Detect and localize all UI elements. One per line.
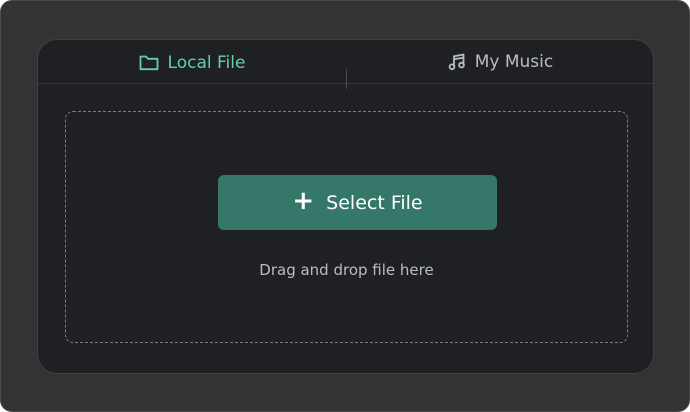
- app-window: Local File My Music + Select File Drag a…: [0, 0, 690, 412]
- drop-hint-text: Drag and drop file here: [259, 261, 434, 279]
- folder-icon: [139, 54, 159, 71]
- tab-local-file[interactable]: Local File: [38, 40, 346, 84]
- select-file-label: Select File: [326, 191, 423, 214]
- tab-divider: [346, 69, 347, 89]
- plus-icon: +: [292, 186, 315, 216]
- file-drop-zone[interactable]: + Select File Drag and drop file here: [65, 111, 628, 343]
- music-note-icon: [448, 53, 466, 71]
- select-file-button[interactable]: + Select File: [218, 175, 497, 230]
- source-tabs: Local File My Music: [38, 40, 653, 89]
- tab-local-file-label: Local File: [167, 52, 246, 73]
- tab-my-music[interactable]: My Music: [346, 40, 653, 83]
- file-picker-panel: Local File My Music + Select File Drag a…: [37, 39, 654, 374]
- tab-my-music-label: My Music: [474, 51, 554, 72]
